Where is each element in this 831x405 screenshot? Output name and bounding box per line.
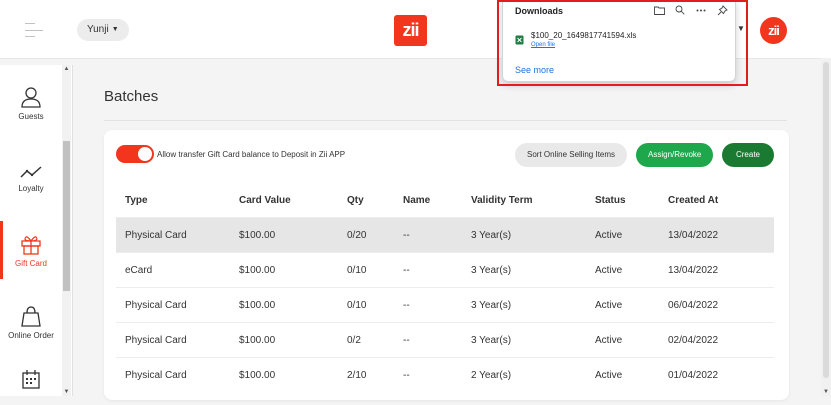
cell-card-value: $100.00 <box>239 229 276 241</box>
column-header: Qty <box>347 194 364 206</box>
menu-toggle-icon[interactable] <box>25 23 43 37</box>
scrollbar-thumb[interactable] <box>63 141 70 291</box>
sidebar: Guests Loyalty Gift Card Online Order ▲ … <box>0 65 73 396</box>
folder-icon[interactable] <box>653 4 665 16</box>
cell-created-at: 01/04/2022 <box>668 369 719 381</box>
downloads-panel: Downloads $100_20_1649817741594.xls Open… <box>502 0 736 82</box>
cell-name: -- <box>403 264 410 276</box>
store-selector[interactable]: Yunji ▼ <box>77 19 129 41</box>
scroll-up-icon[interactable]: ▲ <box>62 66 71 72</box>
table-row[interactable]: Physical Card $100.00 0/2 -- 3 Year(s) A… <box>116 322 774 357</box>
cell-type: Physical Card <box>125 369 187 381</box>
chevron-down-icon: ▼ <box>111 26 119 33</box>
cell-qty: 0/20 <box>347 229 367 241</box>
cell-created-at: 13/04/2022 <box>668 264 719 276</box>
divider <box>104 120 787 121</box>
toggle-label: Allow transfer Gift Card balance to Depo… <box>157 150 346 159</box>
table-row[interactable]: Physical Card $100.00 0/10 -- 3 Year(s) … <box>116 287 774 322</box>
gift-icon <box>21 235 41 255</box>
scroll-down-icon[interactable]: ▼ <box>62 389 71 395</box>
cell-status: Active <box>595 229 623 241</box>
cell-type: Physical Card <box>125 229 187 241</box>
cell-type: eCard <box>125 264 153 276</box>
column-header: Validity Term <box>471 194 533 206</box>
cell-created-at: 02/04/2022 <box>668 334 719 346</box>
sidebar-item-label: Loyalty <box>18 183 44 193</box>
cell-qty: 0/2 <box>347 334 361 346</box>
downloads-title: Downloads <box>515 6 564 16</box>
cell-qty: 0/10 <box>347 264 367 276</box>
column-header: Status <box>595 194 626 206</box>
page-scrollbar[interactable]: ▼ <box>821 58 831 396</box>
batches-table: Type Card Value Qty Name Validity Term S… <box>116 183 774 392</box>
calendar-icon <box>22 370 40 389</box>
cell-validity: 3 Year(s) <box>471 264 512 276</box>
table-row[interactable]: eCard $100.00 0/10 -- 3 Year(s) Active 1… <box>116 252 774 287</box>
cell-card-value: $100.00 <box>239 264 276 276</box>
sidebar-item-online-order[interactable]: Online Order <box>0 287 62 357</box>
sort-online-selling-button[interactable]: Sort Online Selling Items <box>515 143 628 167</box>
table-header: Type Card Value Qty Name Validity Term S… <box>116 183 774 217</box>
chevron-down-icon[interactable]: ▼ <box>737 24 745 33</box>
column-header: Created At <box>668 194 719 206</box>
cell-created-at: 13/04/2022 <box>668 229 719 241</box>
cell-validity: 3 Year(s) <box>471 229 512 241</box>
cell-name: -- <box>403 229 410 241</box>
toggle-knob <box>138 147 152 161</box>
downloads-actions <box>653 4 728 16</box>
cell-validity: 3 Year(s) <box>471 334 512 346</box>
account-avatar[interactable]: zii <box>760 17 787 44</box>
pin-icon[interactable] <box>716 4 728 16</box>
trend-icon <box>20 165 42 178</box>
sidebar-item-loyalty[interactable]: Loyalty <box>0 143 62 213</box>
column-header: Card Value <box>239 194 291 206</box>
shopping-bag-icon <box>21 305 41 327</box>
scrollbar-thumb[interactable] <box>823 62 829 378</box>
more-options-icon[interactable] <box>695 4 707 16</box>
cell-name: -- <box>403 299 410 311</box>
cell-created-at: 06/04/2022 <box>668 299 719 311</box>
cell-status: Active <box>595 299 623 311</box>
cell-status: Active <box>595 264 623 276</box>
table-row[interactable]: Physical Card $100.00 0/20 -- 3 Year(s) … <box>116 217 774 252</box>
cell-name: -- <box>403 334 410 346</box>
create-button[interactable]: Create <box>722 143 774 167</box>
column-header: Name <box>403 194 431 206</box>
column-header: Type <box>125 194 148 206</box>
open-file-link[interactable]: Open file <box>531 42 555 48</box>
page-title: Batches <box>104 88 159 105</box>
cell-status: Active <box>595 334 623 346</box>
cell-type: Physical Card <box>125 299 187 311</box>
scroll-down-icon[interactable]: ▼ <box>821 389 831 395</box>
cell-card-value: $100.00 <box>239 334 276 346</box>
sidebar-item-label: Gift Card <box>14 258 47 268</box>
sidebar-item-label: Online Order <box>8 330 54 340</box>
store-name: Yunji <box>87 24 109 35</box>
person-icon <box>21 86 41 108</box>
transfer-toggle[interactable] <box>116 145 154 163</box>
table-row[interactable]: Physical Card $100.00 2/10 -- 2 Year(s) … <box>116 357 774 392</box>
sidebar-item-calendar[interactable] <box>0 355 62 405</box>
sidebar-item-label: Guests <box>18 111 44 121</box>
cell-validity: 2 Year(s) <box>471 369 512 381</box>
cell-validity: 3 Year(s) <box>471 299 512 311</box>
cell-qty: 0/10 <box>347 299 367 311</box>
download-file-name[interactable]: $100_20_1649817741594.xls <box>531 31 636 40</box>
sidebar-item-gift-card[interactable]: Gift Card <box>0 215 62 285</box>
search-icon[interactable] <box>674 4 686 16</box>
cell-card-value: $100.00 <box>239 369 276 381</box>
assign-revoke-button[interactable]: Assign/Revoke <box>636 143 714 167</box>
sidebar-scrollbar[interactable]: ▲ ▼ <box>62 65 71 396</box>
excel-file-icon <box>515 35 524 45</box>
cell-qty: 2/10 <box>347 369 367 381</box>
cell-status: Active <box>595 369 623 381</box>
cell-type: Physical Card <box>125 334 187 346</box>
cell-card-value: $100.00 <box>239 299 276 311</box>
sidebar-item-guests[interactable]: Guests <box>0 68 62 138</box>
zii-logo: zii <box>394 15 427 46</box>
see-more-link[interactable]: See more <box>515 65 554 75</box>
cell-name: -- <box>403 369 410 381</box>
